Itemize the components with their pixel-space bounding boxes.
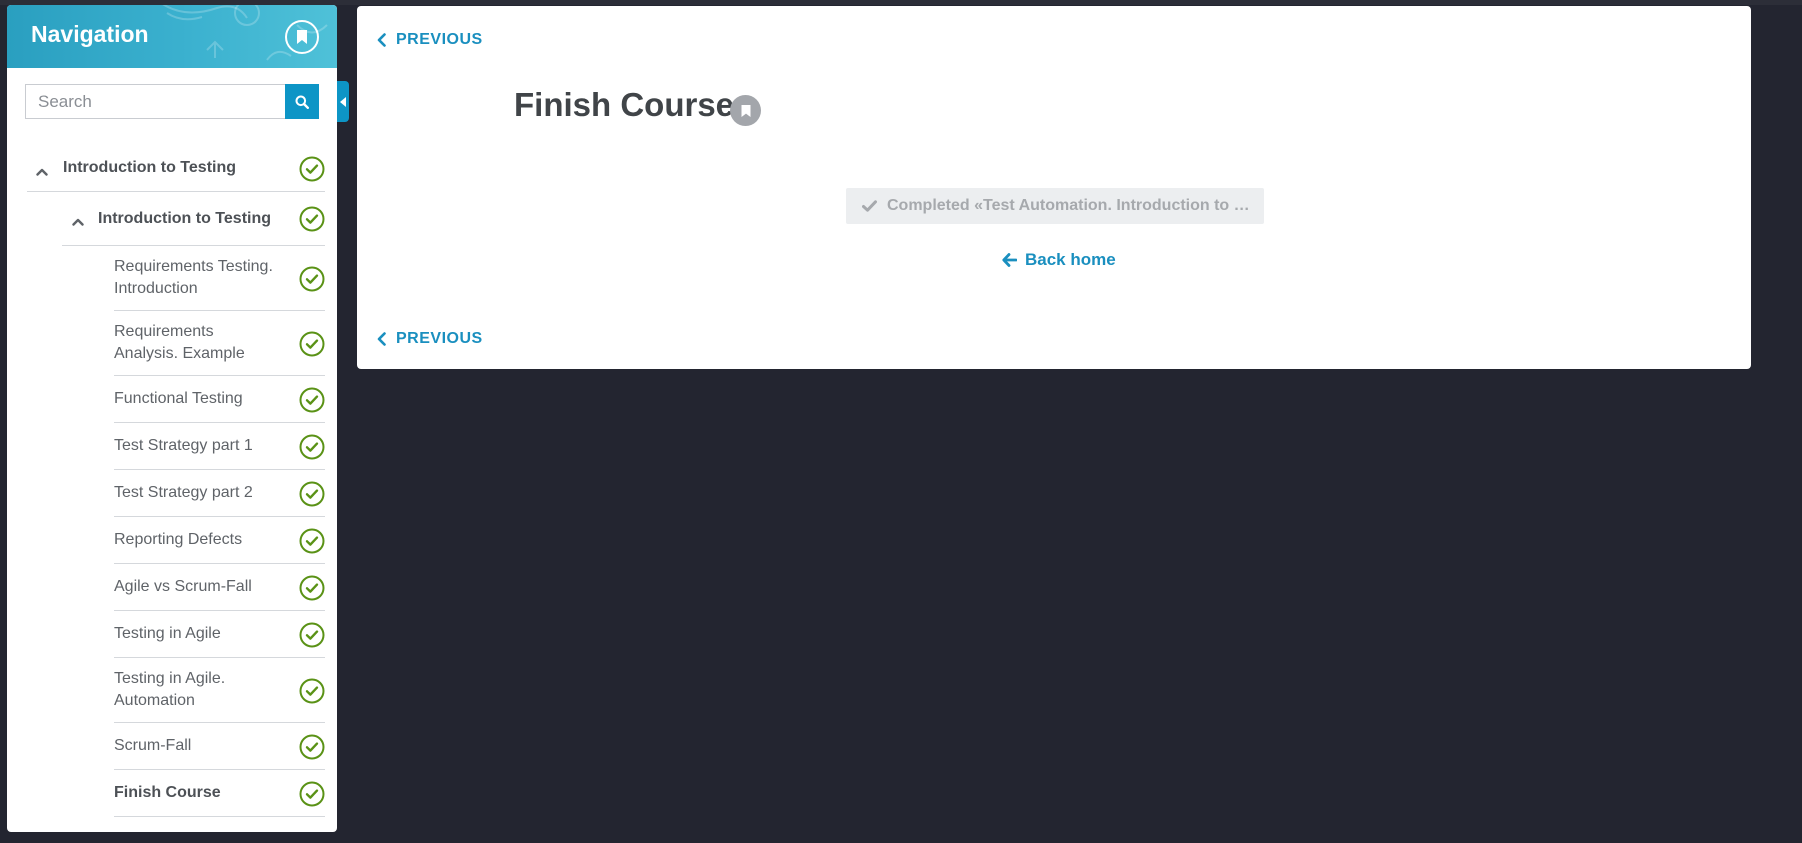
outline-lesson[interactable]: Test Strategy part 1 — [114, 423, 325, 470]
bookmark-icon — [297, 30, 307, 44]
previous-link-bottom[interactable]: PREVIOUS — [377, 330, 483, 348]
chevron-up-icon[interactable] — [36, 163, 48, 181]
previous-label: PREVIOUS — [396, 31, 483, 48]
page-title: Finish Course — [514, 86, 735, 123]
outline-item-label: Testing in Agile. Automation — [114, 670, 226, 709]
outline-item-label: Testing in Agile — [114, 625, 221, 642]
outline-item-label: Reporting Defects — [114, 531, 243, 548]
check-circle-icon — [299, 781, 325, 807]
check-circle-icon — [299, 266, 325, 292]
outline-lesson[interactable]: Finish Course — [114, 770, 325, 817]
outline-lesson[interactable]: Requirements Analysis. Example — [114, 311, 325, 376]
completed-label: Completed «Test Automation. Introduction… — [887, 197, 1250, 214]
check-icon — [862, 200, 877, 212]
check-circle-icon — [299, 206, 325, 232]
outline-lesson[interactable]: Test Strategy part 2 — [114, 470, 325, 517]
search-icon — [295, 95, 309, 109]
outline-item-label: Test Strategy part 1 — [114, 437, 253, 454]
outline-lesson[interactable]: Testing in Agile — [114, 611, 325, 658]
outline-item-label: Requirements Analysis. Example — [114, 323, 245, 362]
previous-link-top[interactable]: PREVIOUS — [377, 31, 483, 49]
content-card: PREVIOUS Finish Course Completed «Test A… — [357, 6, 1751, 369]
outline-lesson[interactable]: Testing in Agile. Automation — [114, 658, 325, 723]
check-circle-icon — [299, 387, 325, 413]
chevron-left-icon — [377, 33, 386, 47]
outline-item-label: Functional Testing — [114, 390, 243, 407]
outline-lesson[interactable]: Functional Testing — [114, 376, 325, 423]
search-bar — [25, 84, 319, 119]
check-circle-icon — [299, 156, 325, 182]
outline-lesson[interactable]: Scrum-Fall — [114, 723, 325, 770]
outline-item-label: Introduction to Testing — [63, 159, 237, 176]
check-circle-icon — [299, 331, 325, 357]
back-home-link[interactable]: Back home — [1002, 250, 1116, 270]
search-button[interactable] — [285, 84, 319, 119]
check-circle-icon — [299, 434, 325, 460]
outline-item-label: Finish Course — [114, 784, 221, 801]
check-circle-icon — [299, 622, 325, 648]
bookmark-icon — [741, 104, 750, 117]
outline-lesson[interactable]: Agile vs Scrum-Fall — [114, 564, 325, 611]
check-circle-icon — [299, 575, 325, 601]
navigation-header: Navigation — [7, 5, 337, 68]
caret-left-icon — [340, 96, 346, 107]
back-home-label: Back home — [1025, 250, 1116, 269]
check-circle-icon — [299, 734, 325, 760]
outline-item-label: Agile vs Scrum-Fall — [114, 578, 252, 595]
outline-lesson[interactable]: Requirements Testing. Introduction — [114, 246, 325, 311]
check-circle-icon — [299, 481, 325, 507]
check-circle-icon — [299, 678, 325, 704]
collapse-sidebar-button[interactable] — [337, 81, 349, 122]
check-circle-icon — [299, 528, 325, 554]
navigation-sidebar: Navigation Introduction to Testing Introd… — [7, 5, 337, 832]
outline-item-label: Scrum-Fall — [114, 737, 192, 754]
chevron-up-icon[interactable] — [72, 213, 84, 231]
search-input[interactable] — [25, 84, 285, 119]
arrow-left-icon — [1002, 253, 1017, 267]
navigation-title: Navigation — [31, 21, 149, 47]
previous-label: PREVIOUS — [396, 330, 483, 347]
bookmark-page-button[interactable] — [730, 95, 761, 126]
bookmarks-button[interactable] — [285, 20, 319, 54]
outline-item-label: Test Strategy part 2 — [114, 484, 253, 501]
outline-section[interactable]: Introduction to Testing — [62, 192, 325, 246]
outline-lesson[interactable]: Reporting Defects — [114, 517, 325, 564]
completed-course-button: Completed «Test Automation. Introduction… — [846, 188, 1264, 224]
outline-item-label: Requirements Testing. Introduction — [114, 258, 273, 297]
chevron-left-icon — [377, 332, 386, 346]
outline-section[interactable]: Introduction to Testing — [27, 145, 325, 192]
outline-item-label: Introduction to Testing — [98, 209, 272, 227]
